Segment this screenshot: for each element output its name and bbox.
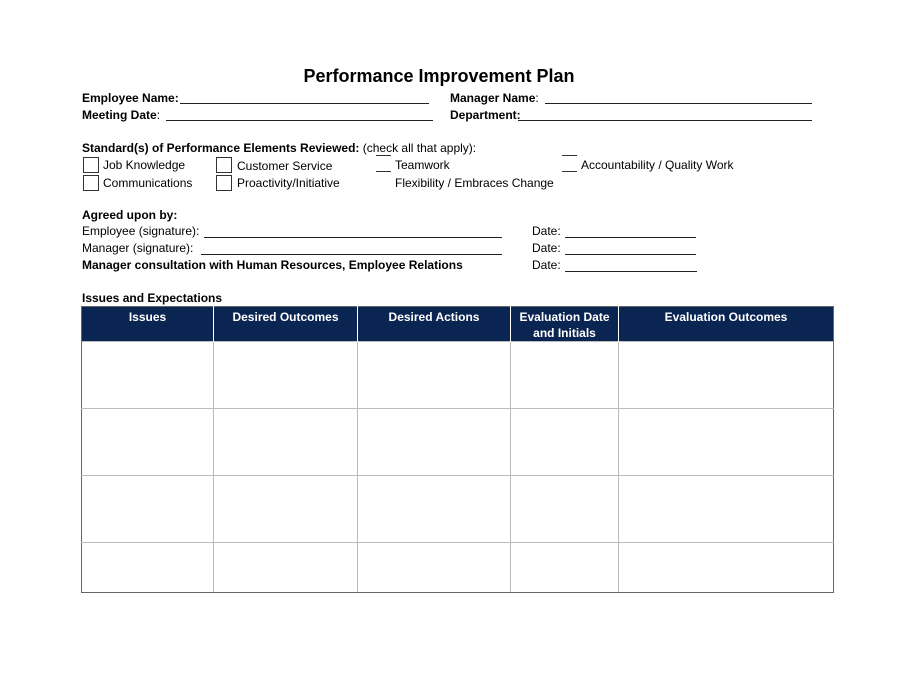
table-cell-evaluation-outcomes[interactable] — [618, 341, 834, 409]
agreed-heading: Agreed upon by: — [82, 208, 178, 222]
department-field[interactable] — [518, 120, 812, 121]
table-cell-evaluation-date[interactable] — [510, 542, 619, 593]
table-cell-issues[interactable] — [81, 408, 214, 476]
table-cell-issues[interactable] — [81, 341, 214, 409]
column-header-desired-actions-text: Desired Actions — [388, 310, 480, 324]
manager-signature-field[interactable] — [201, 254, 502, 255]
column-header-evaluation-outcomes: Evaluation Outcomes — [618, 306, 834, 342]
standards-heading-text: Standard(s) of Performance Elements Revi… — [82, 141, 360, 155]
table-row — [81, 341, 834, 409]
manager-signature-label: Manager (signature): — [82, 241, 194, 255]
table-row — [81, 475, 834, 543]
job-knowledge-label: Job Knowledge — [103, 158, 186, 172]
issues-heading: Issues and Expectations — [82, 291, 223, 305]
column-header-evaluation-outcomes-text: Evaluation Outcomes — [664, 310, 788, 324]
department-label: Department: — [450, 108, 521, 122]
table-cell-desired-actions[interactable] — [357, 542, 511, 593]
table-cell-evaluation-outcomes[interactable] — [618, 408, 834, 476]
accountability-label: Accountability / Quality Work — [581, 158, 734, 172]
column-header-issues-text: Issues — [128, 310, 167, 324]
employee-name-label: Employee Name: — [82, 91, 179, 105]
table-cell-evaluation-date[interactable] — [510, 475, 619, 543]
employee-name-field[interactable] — [180, 103, 429, 104]
column-header-desired-actions: Desired Actions — [357, 306, 511, 342]
table-cell-desired-actions[interactable] — [357, 408, 511, 476]
manager-name-colon: : — [535, 91, 539, 105]
communications-checkbox[interactable] — [83, 175, 99, 191]
column-header-evaluation-date-line2: and Initials — [533, 326, 596, 340]
flexibility-label: Flexibility / Embraces Change — [395, 176, 554, 190]
manager-date-label: Date: — [532, 241, 561, 255]
issues-table: Issues Desired Outcomes Desired Actions … — [81, 306, 834, 593]
employee-signature-field[interactable] — [204, 237, 502, 238]
table-cell-evaluation-outcomes[interactable] — [618, 475, 834, 543]
meeting-date-label: Meeting Date: — [82, 108, 160, 122]
table-cell-desired-outcomes[interactable] — [213, 542, 358, 593]
standards-heading: Standard(s) of Performance Elements Revi… — [82, 141, 476, 155]
employee-signature-label: Employee (signature): — [82, 224, 200, 238]
proactivity-label: Proactivity/Initiative — [237, 176, 340, 190]
hr-date-label: Date: — [532, 258, 561, 272]
employee-date-field[interactable] — [565, 237, 696, 238]
customer-service-checkbox[interactable] — [216, 157, 232, 173]
job-knowledge-checkbox[interactable] — [83, 157, 99, 173]
communications-label: Communications — [103, 176, 193, 190]
table-cell-desired-outcomes[interactable] — [213, 408, 358, 476]
manager-name-label-text: Manager Name — [450, 91, 536, 105]
teamwork-checkbox-top-line — [376, 155, 391, 156]
meeting-date-label-text: Meeting Date — [82, 108, 157, 122]
proactivity-checkbox[interactable] — [216, 175, 232, 191]
meeting-date-field[interactable] — [166, 120, 433, 121]
table-cell-desired-outcomes[interactable] — [213, 475, 358, 543]
teamwork-checkbox[interactable] — [376, 171, 391, 172]
column-header-evaluation-date: Evaluation Date and Initials — [510, 306, 619, 342]
manager-name-label: Manager Name: — [450, 91, 539, 105]
page-title: Performance Improvement Plan — [303, 66, 575, 86]
column-header-evaluation-date-line1: Evaluation Date — [519, 310, 610, 324]
table-cell-issues[interactable] — [81, 475, 214, 543]
hr-consultation-label: Manager consultation with Human Resource… — [82, 258, 463, 272]
meeting-date-colon: : — [156, 108, 161, 122]
column-header-desired-outcomes-text: Desired Outcomes — [232, 310, 339, 324]
teamwork-label: Teamwork — [395, 158, 450, 172]
manager-date-field[interactable] — [565, 254, 696, 255]
column-header-issues: Issues — [81, 306, 214, 342]
table-cell-desired-outcomes[interactable] — [213, 341, 358, 409]
manager-name-field[interactable] — [545, 103, 812, 104]
employee-date-label: Date: — [532, 224, 561, 238]
table-cell-evaluation-date[interactable] — [510, 341, 619, 409]
table-cell-desired-actions[interactable] — [357, 341, 511, 409]
table-row — [81, 408, 834, 476]
table-cell-evaluation-outcomes[interactable] — [618, 542, 834, 593]
table-header-row: Issues Desired Outcomes Desired Actions … — [81, 306, 834, 342]
table-cell-desired-actions[interactable] — [357, 475, 511, 543]
standards-instruction: (check all that apply): — [359, 141, 477, 155]
customer-service-label: Customer Service — [237, 159, 333, 173]
accountability-checkbox-top-line — [562, 155, 577, 156]
hr-date-field[interactable] — [565, 271, 697, 272]
table-cell-evaluation-date[interactable] — [510, 408, 619, 476]
table-cell-issues[interactable] — [81, 542, 214, 593]
column-header-desired-outcomes: Desired Outcomes — [213, 306, 358, 342]
table-row — [81, 542, 834, 593]
accountability-checkbox[interactable] — [562, 171, 577, 172]
